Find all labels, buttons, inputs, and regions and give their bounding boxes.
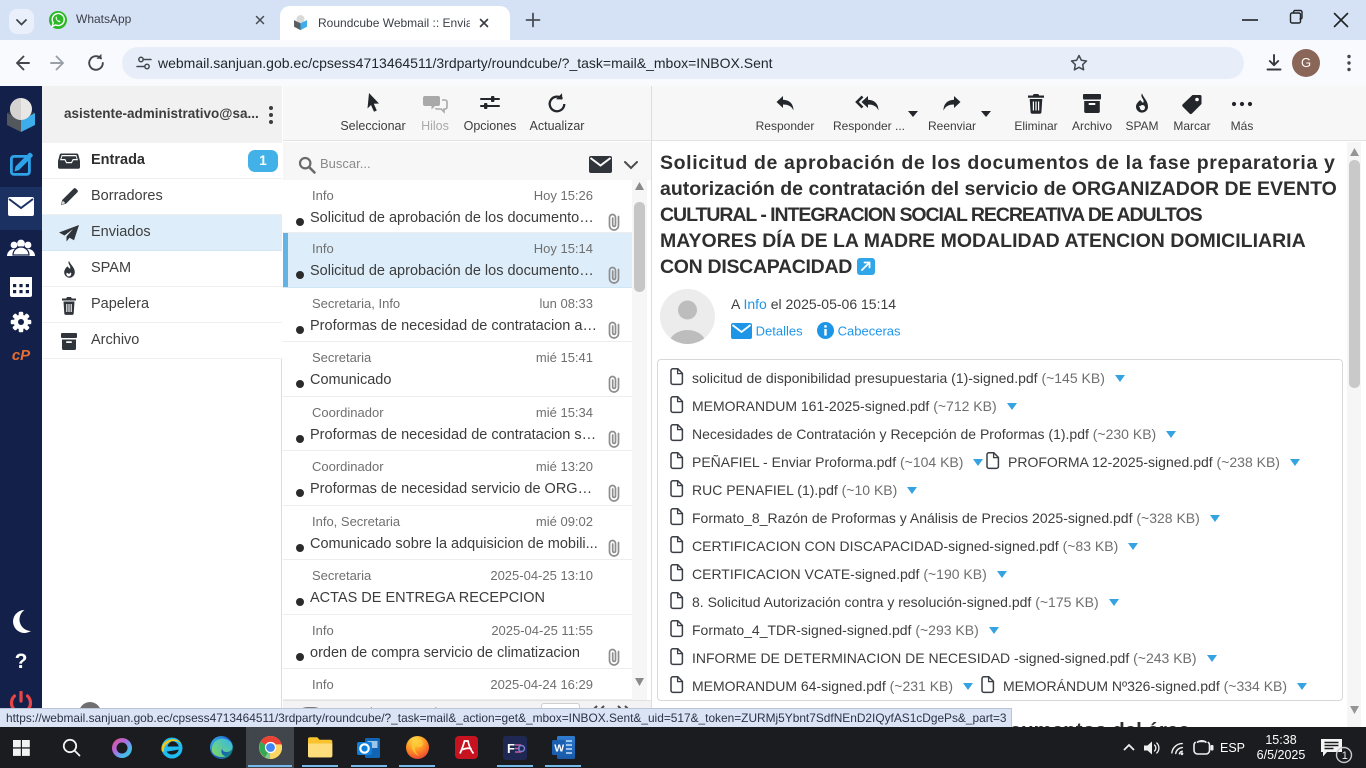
svg-text:1: 1 xyxy=(1342,750,1348,762)
svg-text:F: F xyxy=(507,741,515,756)
svg-text:W: W xyxy=(554,743,564,755)
